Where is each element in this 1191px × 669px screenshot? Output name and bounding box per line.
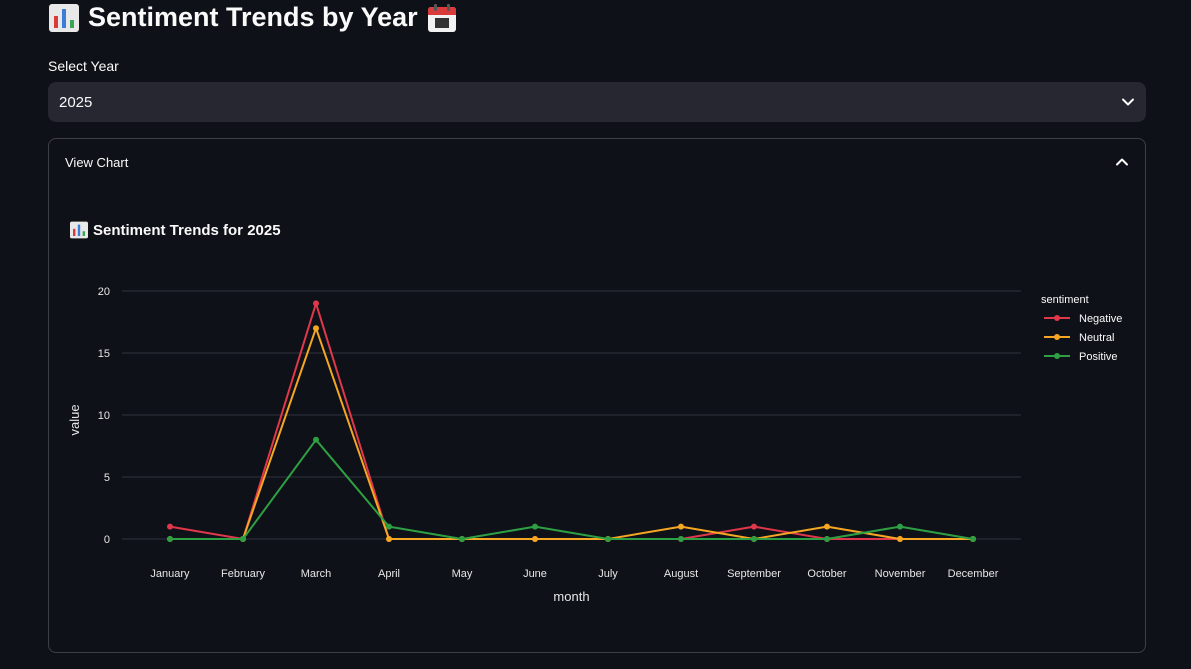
data-point-negative bbox=[313, 300, 319, 307]
chevron-down-icon bbox=[1122, 98, 1134, 106]
x-tick-label: May bbox=[452, 568, 473, 580]
y-tick-label: 5 bbox=[104, 472, 110, 484]
y-axis-title: value bbox=[67, 404, 82, 435]
data-point-positive bbox=[751, 536, 757, 542]
x-tick-label: June bbox=[523, 568, 547, 580]
data-point-positive bbox=[897, 523, 903, 530]
data-point-neutral bbox=[386, 536, 392, 542]
data-point-positive bbox=[386, 523, 392, 530]
legend-label: Negative bbox=[1079, 313, 1122, 325]
data-point-positive bbox=[970, 536, 976, 542]
y-tick-label: 15 bbox=[98, 348, 110, 360]
data-point-positive bbox=[605, 536, 611, 542]
x-tick-label: January bbox=[150, 568, 190, 580]
series-line-neutral bbox=[170, 327, 973, 540]
page-title: Sentiment Trends by Year bbox=[48, 2, 458, 33]
y-tick-label: 0 bbox=[104, 534, 110, 546]
data-point-positive bbox=[678, 536, 684, 542]
data-point-neutral bbox=[532, 536, 538, 542]
x-tick-label: April bbox=[378, 568, 400, 580]
legend-label: Neutral bbox=[1079, 332, 1114, 344]
line-chart: 0 5 10 15 20 January February March April May June… bbox=[67, 286, 1122, 604]
chart-expander: View Chart Sentiment Trends for 2025 051… bbox=[48, 138, 1146, 653]
legend-label: Positive bbox=[1079, 351, 1118, 363]
data-point-positive bbox=[459, 536, 465, 542]
legend-marker bbox=[1054, 315, 1060, 321]
x-tick-label: July bbox=[598, 568, 618, 580]
data-point-positive bbox=[313, 436, 319, 443]
series-line-negative bbox=[169, 302, 973, 540]
x-tick-label: March bbox=[301, 568, 332, 580]
data-point-negative bbox=[167, 523, 173, 530]
x-tick-label: November bbox=[875, 568, 926, 580]
data-point-neutral bbox=[897, 536, 903, 542]
year-select[interactable]: 2025 bbox=[48, 82, 1146, 122]
legend-marker bbox=[1054, 353, 1060, 359]
bar-chart-icon bbox=[49, 3, 79, 32]
series-line-positive bbox=[170, 438, 974, 540]
year-select-label: Select Year bbox=[48, 58, 119, 74]
x-tick-label: February bbox=[221, 568, 266, 580]
legend-title: sentiment bbox=[1041, 294, 1089, 306]
y-tick-label: 10 bbox=[98, 410, 110, 422]
data-point-positive bbox=[532, 523, 538, 530]
data-point-positive bbox=[824, 536, 830, 542]
x-axis-title: month bbox=[553, 589, 589, 604]
x-tick-label: September bbox=[727, 568, 781, 580]
page: Sentiment Trends by Year Select Year 202… bbox=[0, 0, 1191, 669]
data-point-neutral bbox=[678, 523, 684, 530]
x-tick-label: December bbox=[948, 568, 999, 580]
year-select-value: 2025 bbox=[59, 93, 93, 111]
data-point-positive bbox=[167, 536, 173, 542]
calendar-icon bbox=[427, 3, 456, 32]
data-point-negative bbox=[751, 523, 757, 530]
legend-marker bbox=[1054, 334, 1060, 340]
data-point-neutral bbox=[313, 325, 319, 332]
y-tick-label: 20 bbox=[98, 286, 110, 298]
page-title-text: Sentiment Trends by Year bbox=[88, 2, 418, 32]
x-tick-label: October bbox=[807, 568, 846, 580]
data-point-neutral bbox=[824, 523, 830, 530]
x-tick-label: August bbox=[664, 568, 698, 580]
data-point-positive bbox=[240, 536, 246, 542]
